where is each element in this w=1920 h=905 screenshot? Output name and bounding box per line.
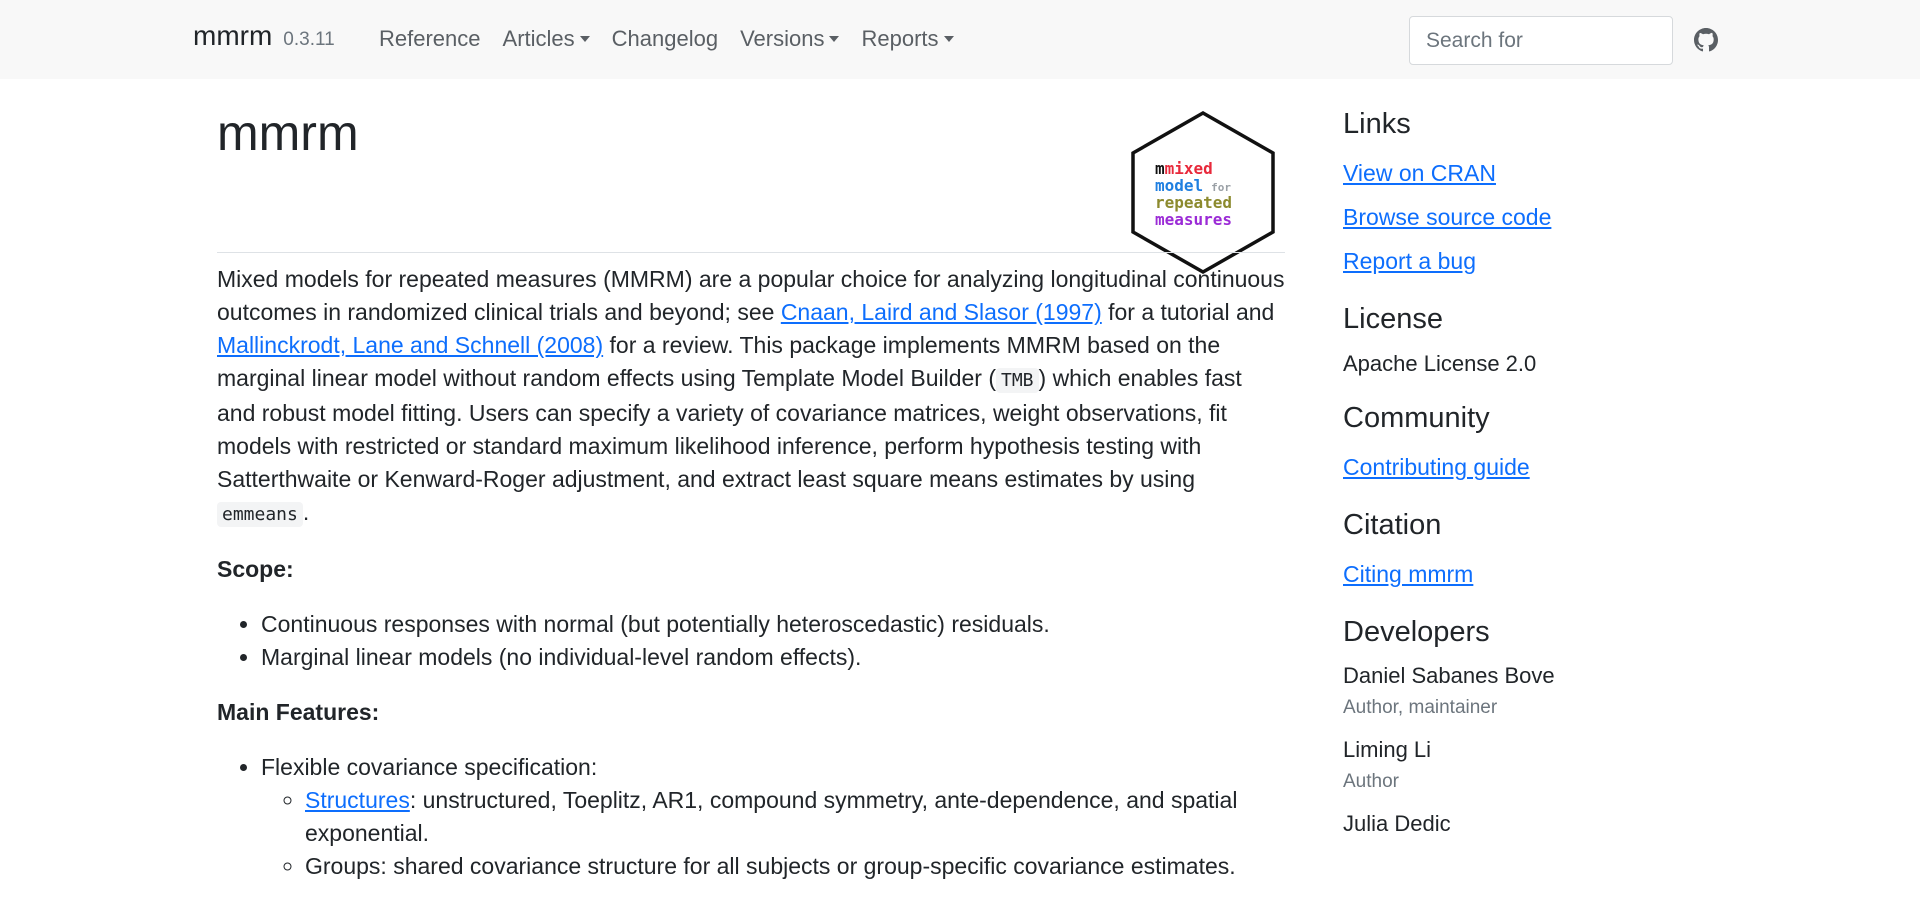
svg-text:measures: measures — [1155, 210, 1232, 229]
nav-reference[interactable]: Reference — [379, 26, 481, 52]
structures-link[interactable]: Structures — [305, 787, 410, 813]
developer-name: Julia Dedic — [1343, 811, 1451, 836]
sidebar: Links View on CRAN Browse source code Re… — [1343, 106, 1743, 859]
developer-role: Author, maintainer — [1343, 697, 1498, 718]
feature-covariance-label: Flexible covariance specification: — [261, 754, 598, 780]
caret-down-icon — [579, 36, 590, 42]
developer-name: Liming Li — [1343, 737, 1432, 762]
nav-changelog[interactable]: Changelog — [612, 26, 718, 52]
citation-section: Citation Citing mmrm — [1343, 507, 1743, 596]
nav-reports-label: Reports — [861, 26, 939, 51]
package-hex-logo: mmixed model for repeated measures — [1131, 110, 1275, 275]
report-bug-link[interactable]: Report a bug — [1343, 239, 1743, 283]
license-heading: License — [1343, 303, 1443, 335]
caret-down-icon — [943, 36, 954, 42]
developer-role: Author — [1343, 771, 1399, 792]
brand: mmrm 0.3.11 — [193, 20, 335, 52]
list-item: Continuous responses with normal (but po… — [261, 608, 1285, 641]
features-heading: Main Features: — [217, 699, 380, 725]
scope-list: Continuous responses with normal (but po… — [217, 608, 1285, 674]
developer-name: Daniel Sabanes Bove — [1343, 663, 1555, 688]
contributing-guide-link[interactable]: Contributing guide — [1343, 445, 1743, 489]
citing-mmrm-link[interactable]: Citing mmrm — [1343, 552, 1743, 596]
list-item: Structures: unstructured, Toeplitz, AR1,… — [305, 784, 1285, 850]
tmb-code: TMB — [996, 368, 1039, 393]
developers-section: Developers Daniel Sabanes Bove Author, m… — [1343, 614, 1743, 841]
page-title: mmrm — [217, 105, 359, 161]
intro-paragraph: Mixed models for repeated measures (MMRM… — [217, 263, 1285, 531]
features-list: Flexible covariance specification: Struc… — [217, 751, 1285, 883]
structures-text: : unstructured, Toeplitz, AR1, compound … — [305, 787, 1238, 846]
nav-changelog-label: Changelog — [611, 26, 719, 51]
nav-versions[interactable]: Versions — [740, 26, 840, 52]
links-section: Links View on CRAN Browse source code Re… — [1343, 106, 1743, 283]
main-content: Mixed models for repeated measures (MMRM… — [217, 263, 1285, 905]
search-input[interactable] — [1409, 16, 1673, 65]
nav-menu: Reference Articles Changelog Versions Re… — [379, 26, 976, 52]
intro-text-2: for a tutorial and — [1101, 299, 1275, 325]
community-section: Community Contributing guide — [1343, 400, 1743, 489]
view-on-cran-link[interactable]: View on CRAN — [1343, 151, 1743, 195]
version-badge: 0.3.11 — [283, 29, 335, 50]
list-item: Groups: shared covariance structure for … — [305, 850, 1285, 883]
nav-versions-label: Versions — [740, 26, 825, 51]
brand-link[interactable]: mmrm — [193, 20, 272, 52]
logo-word-measures: measures — [1155, 210, 1232, 229]
license-text: Apache License 2.0 — [1343, 351, 1537, 376]
cnaan-citation-link[interactable]: Cnaan, Laird and Slasor (1997) — [781, 299, 1102, 325]
intro-text-5: . — [302, 499, 310, 525]
nav-reference-label: Reference — [379, 26, 481, 51]
title-divider — [217, 252, 1285, 253]
features-sublist: Structures: unstructured, Toeplitz, AR1,… — [261, 784, 1285, 883]
community-heading: Community — [1343, 402, 1490, 434]
browse-source-link[interactable]: Browse source code — [1343, 195, 1743, 239]
developers-heading: Developers — [1343, 616, 1490, 648]
top-navbar: mmrm 0.3.11 Reference Articles Changelog… — [0, 0, 1920, 79]
github-icon[interactable] — [1694, 28, 1718, 52]
nav-articles-label: Articles — [502, 26, 575, 51]
links-heading: Links — [1343, 108, 1411, 140]
scope-heading: Scope: — [217, 556, 294, 582]
mallinckrodt-citation-link[interactable]: Mallinckrodt, Lane and Schnell (2008) — [217, 332, 603, 358]
list-item: Marginal linear models (no individual-le… — [261, 641, 1285, 674]
license-section: License Apache License 2.0 — [1343, 301, 1743, 382]
list-item: Flexible covariance specification: Struc… — [261, 751, 1285, 883]
caret-down-icon — [829, 36, 840, 42]
emmeans-code: emmeans — [217, 502, 303, 527]
nav-reports[interactable]: Reports — [861, 26, 954, 52]
citation-heading: Citation — [1343, 509, 1442, 541]
nav-articles[interactable]: Articles — [503, 26, 590, 52]
